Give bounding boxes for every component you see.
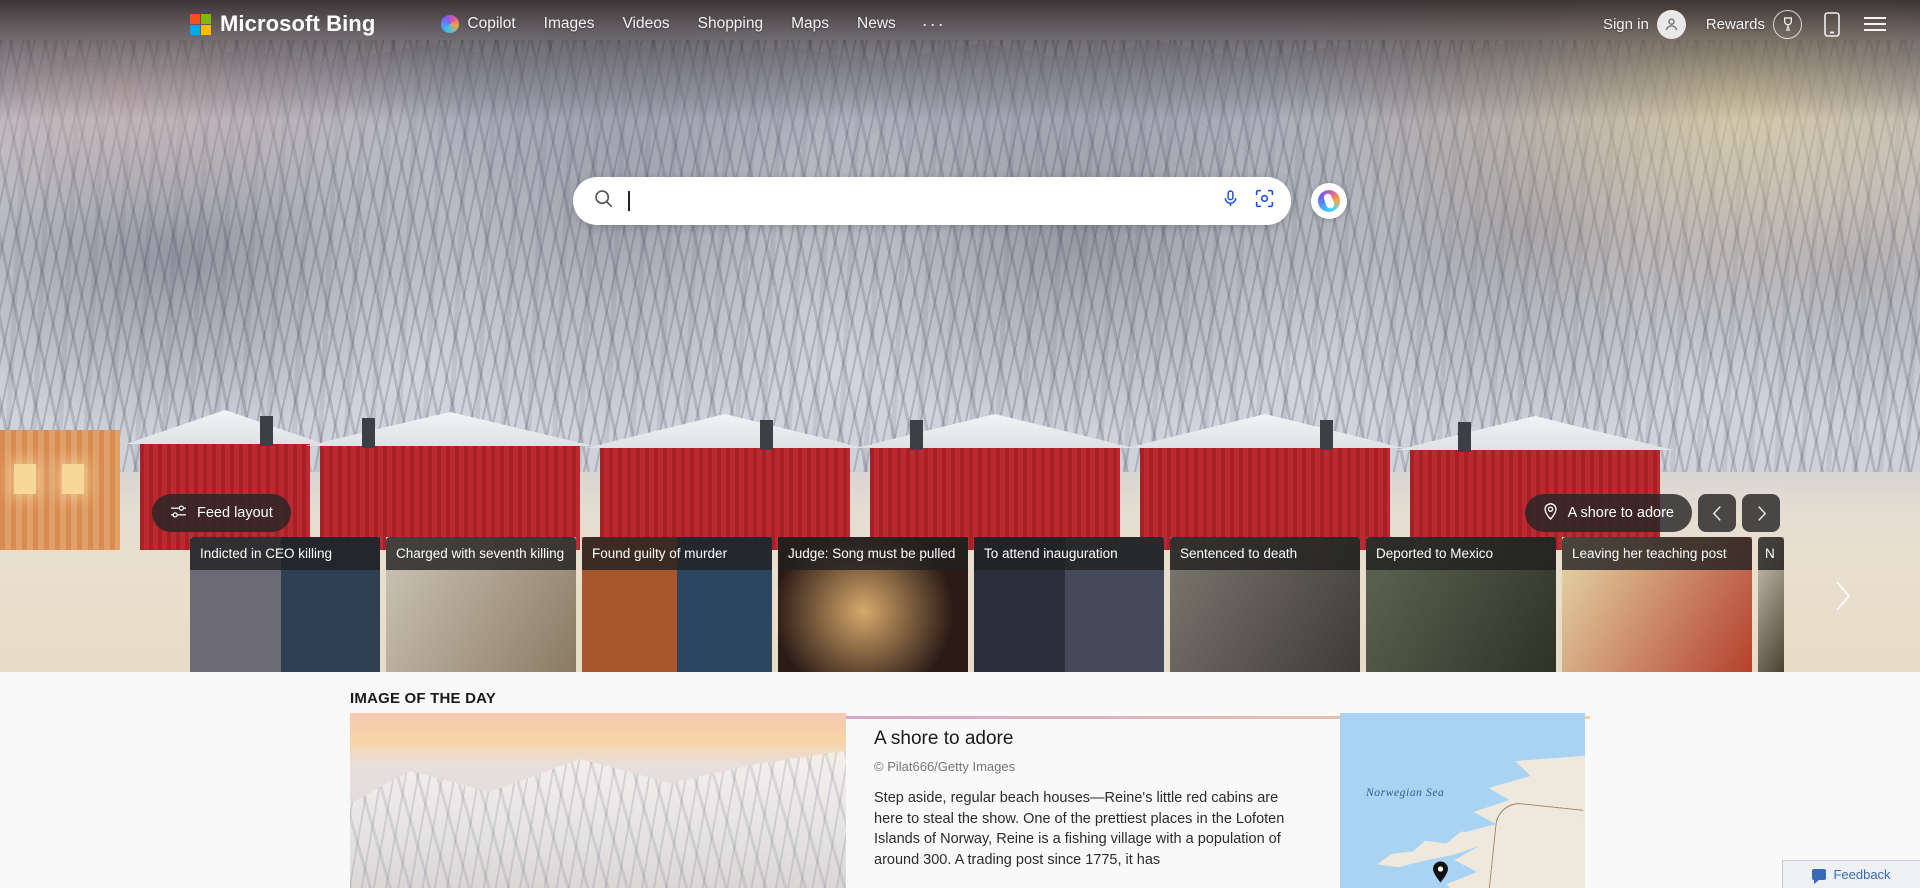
person-avatar-icon — [1656, 9, 1686, 39]
house-window — [62, 464, 84, 494]
chevron-left-icon — [1712, 505, 1721, 521]
news-carousel[interactable]: Indicted in CEO killing Charged with sev… — [0, 537, 1920, 672]
news-headline: Sentenced to death — [1170, 537, 1360, 570]
hero-location-label: A shore to adore — [1567, 505, 1674, 521]
hamburger-menu-icon[interactable] — [1852, 12, 1898, 36]
cabin-chimney — [1320, 420, 1333, 450]
red-cabin — [1126, 414, 1404, 550]
image-title: A shore to adore — [874, 728, 1014, 749]
hero-next-button[interactable] — [1742, 494, 1780, 532]
news-card[interactable]: Sentenced to death — [1170, 537, 1360, 672]
feedback-button[interactable]: Feedback — [1782, 860, 1920, 888]
text-cursor — [628, 191, 630, 211]
trophy-medal-icon — [1773, 9, 1802, 39]
orange-house — [0, 430, 120, 550]
news-card[interactable]: Deported to Mexico — [1366, 537, 1556, 672]
hero-banner: Microsoft Bing Copilot Images Videos Sho… — [0, 0, 1920, 672]
news-carousel-next-button[interactable] — [1832, 579, 1852, 618]
cabin-wall — [870, 444, 1120, 550]
news-card[interactable]: Leaving her teaching post — [1562, 537, 1752, 672]
feedback-label: Feedback — [1833, 867, 1891, 882]
cabin-roof — [1396, 416, 1674, 450]
news-headline: To attend inauguration — [974, 537, 1164, 570]
feedback-bubble-icon — [1812, 869, 1827, 884]
chevron-right-icon — [1757, 505, 1766, 521]
cabin-chimney — [1458, 422, 1471, 452]
news-headline: Indicted in CEO killing — [190, 537, 380, 570]
cabin-wall — [600, 444, 850, 550]
red-cabin — [306, 412, 594, 550]
cabin-wall — [320, 442, 580, 550]
cabin-wall — [1140, 444, 1390, 550]
bing-logo[interactable]: Microsoft Bing — [190, 11, 375, 37]
primary-nav: Copilot Images Videos Shopping Maps News… — [427, 9, 957, 39]
nav-label: Copilot — [467, 15, 516, 32]
mobile-phone-icon[interactable] — [1812, 8, 1852, 41]
map-country-border — [1488, 800, 1584, 888]
news-card[interactable]: Charged with seventh killing — [386, 537, 576, 672]
map-sea-label: Norwegian Sea — [1366, 787, 1445, 799]
map-pin-icon — [1543, 502, 1558, 524]
top-navigation-bar: Microsoft Bing Copilot Images Videos Sho… — [0, 0, 1920, 48]
house-window — [14, 464, 36, 494]
microphone-icon[interactable] — [1221, 188, 1240, 214]
news-headline: Deported to Mexico — [1366, 537, 1556, 570]
image-of-the-day-photo[interactable] — [350, 713, 846, 888]
hero-prev-button[interactable] — [1698, 494, 1736, 532]
feed-layout-button[interactable]: Feed layout — [152, 494, 291, 532]
hero-location-button[interactable]: A shore to adore — [1524, 494, 1692, 532]
nav-item-copilot[interactable]: Copilot — [427, 9, 529, 39]
news-card[interactable]: To attend inauguration — [974, 537, 1164, 672]
header-actions: Sign in Rewards — [1593, 6, 1898, 43]
sign-in-label: Sign in — [1602, 15, 1649, 33]
image-credit: © Pilat666/Getty Images — [874, 759, 1016, 774]
feed-layout-label: Feed layout — [197, 505, 273, 521]
search-input[interactable] — [626, 191, 1221, 211]
section-title: IMAGE OF THE DAY — [350, 690, 496, 707]
search-area — [0, 177, 1920, 225]
rewards-button[interactable]: Rewards — [1696, 6, 1812, 43]
nav-overflow-icon[interactable]: ··· — [910, 14, 958, 35]
cabin-chimney — [910, 420, 923, 450]
news-headline: N — [1758, 537, 1784, 570]
sliders-settings-icon — [170, 504, 187, 523]
chevron-right-icon — [1836, 581, 1851, 611]
copilot-icon — [441, 15, 460, 33]
photo-mountain-shape — [350, 750, 846, 888]
microsoft-squares-icon — [190, 13, 211, 35]
search-magnifier-icon — [593, 188, 614, 214]
map-pin-icon — [1432, 861, 1449, 888]
visual-search-camera-icon[interactable] — [1254, 188, 1275, 214]
search-action-icons — [1221, 188, 1275, 214]
cabin-chimney — [362, 418, 375, 448]
news-card[interactable]: N — [1758, 537, 1784, 672]
image-description: Step aside, regular beach houses—Reine's… — [874, 790, 1285, 868]
hero-controls: A shore to adore — [1524, 494, 1780, 532]
cabin-chimney — [760, 420, 773, 450]
nav-item-videos[interactable]: Videos — [608, 9, 683, 39]
news-headline: Judge: Song must be pulled — [778, 537, 968, 570]
news-card[interactable]: Judge: Song must be pulled — [778, 537, 968, 672]
nav-item-maps[interactable]: Maps — [777, 9, 843, 39]
copilot-icon — [1318, 190, 1340, 212]
rewards-label: Rewards — [1705, 15, 1765, 33]
nav-item-news[interactable]: News — [843, 9, 910, 39]
copilot-button[interactable] — [1311, 183, 1347, 219]
nav-item-images[interactable]: Images — [530, 9, 609, 39]
brand-label: Microsoft Bing — [220, 11, 376, 36]
nav-item-shopping[interactable]: Shopping — [684, 9, 778, 39]
image-of-the-day-map[interactable]: Norwegian Sea — [1340, 713, 1585, 888]
cabin-chimney — [260, 416, 273, 446]
news-headline: Found guilty of murder — [582, 537, 772, 570]
red-cabin — [856, 414, 1134, 550]
news-headline: Leaving her teaching post — [1562, 537, 1752, 570]
news-card[interactable]: Indicted in CEO killing — [190, 537, 380, 672]
red-cabin — [586, 414, 864, 550]
search-box[interactable] — [573, 177, 1291, 225]
sign-in-button[interactable]: Sign in — [1593, 6, 1696, 43]
news-headline: Charged with seventh killing — [386, 537, 576, 570]
image-of-the-day-details: A shore to adore © Pilat666/Getty Images… — [874, 728, 1294, 870]
news-card[interactable]: Found guilty of murder — [582, 537, 772, 672]
